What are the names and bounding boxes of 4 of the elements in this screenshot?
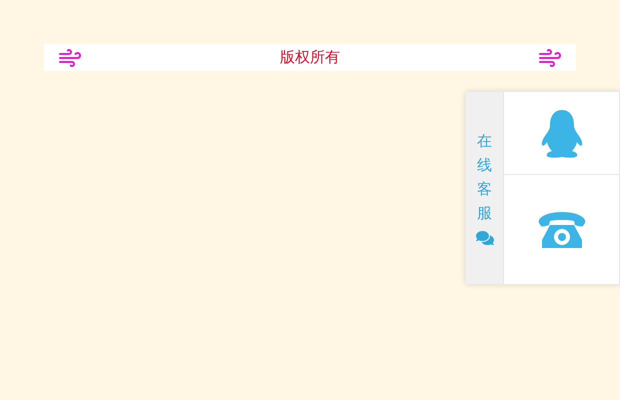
service-tab-label: 在线客服 (477, 131, 492, 224)
service-tab[interactable]: 在线客服 (466, 92, 504, 284)
banner-text: 版权所有 (280, 47, 340, 68)
chat-icon (476, 229, 494, 247)
